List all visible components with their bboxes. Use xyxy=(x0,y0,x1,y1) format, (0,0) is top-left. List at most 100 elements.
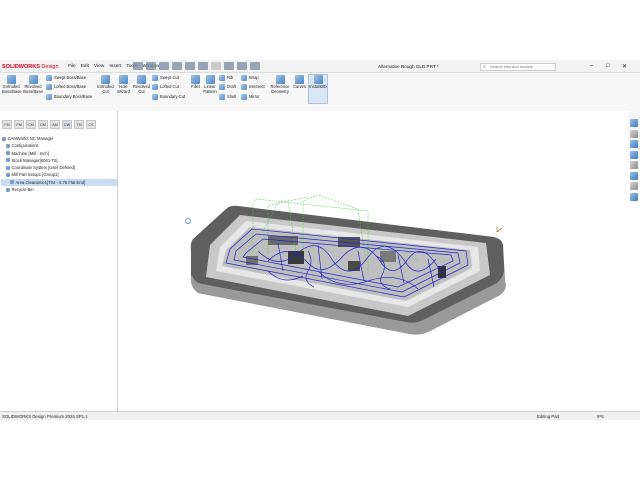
machine-icon xyxy=(6,151,10,156)
tree-node-coordinate-system[interactable]: Coordinate System [User Defined] xyxy=(1,164,117,171)
revolved-boss-label: Revolved Boss/Base xyxy=(23,84,43,94)
area-clearance-icon xyxy=(10,180,14,185)
rebuild-icon[interactable] xyxy=(224,62,234,70)
select-icon[interactable] xyxy=(211,62,221,70)
draft-icon xyxy=(219,84,225,90)
property-manager-tab[interactable]: PM xyxy=(14,120,24,129)
fillet-button[interactable]: Fillet xyxy=(189,75,202,90)
model-view[interactable] xyxy=(118,111,628,411)
appearances-icon[interactable] xyxy=(630,161,638,169)
logo-brand: SOLIDWORKS xyxy=(2,64,40,70)
lofted-cut-button[interactable]: Lofted Cut xyxy=(152,84,179,90)
extruded-cut-button[interactable]: Extruded Cut xyxy=(96,75,115,94)
instant3d-button[interactable]: Instant3D xyxy=(308,74,328,104)
options-gear-icon[interactable] xyxy=(250,62,260,70)
view-palette-icon[interactable] xyxy=(630,150,638,159)
rib-button[interactable]: Rib xyxy=(219,75,233,81)
tree-node-configurations[interactable]: Configurations xyxy=(1,142,117,149)
boundary-cut-button[interactable]: Boundary Cut xyxy=(152,94,185,100)
tree-node-label: Area Clearance1[T04 - 0.75 Flat End] xyxy=(15,179,86,185)
revolved-cut-button[interactable]: Revolved Cut xyxy=(132,75,151,94)
linear-pattern-label: Linear Pattern xyxy=(203,84,217,94)
wrap-button[interactable]: Wrap xyxy=(241,75,259,81)
extruded-boss-icon xyxy=(7,75,16,84)
tree-node-nc-manager[interactable]: CAMWorks NC Manager xyxy=(1,135,117,142)
reference-geometry-icon xyxy=(275,75,285,84)
swept-cut-button[interactable]: Swept Cut xyxy=(152,75,179,81)
mirror-button[interactable]: Mirror xyxy=(241,94,260,100)
camworks-feature-tree-tab[interactable]: CW xyxy=(62,120,72,129)
new-document-icon[interactable] xyxy=(146,62,156,70)
close-button[interactable]: ✕ xyxy=(622,63,627,70)
draft-label: Draft xyxy=(227,84,236,90)
home-icon[interactable] xyxy=(133,62,143,70)
configuration-manager-tab[interactable]: CM xyxy=(26,120,36,129)
intersect-button[interactable]: Intersect xyxy=(241,84,265,90)
tree-node-label: CAMWorks NC Manager xyxy=(7,136,54,141)
print-icon[interactable] xyxy=(185,62,195,70)
graphics-area[interactable] xyxy=(118,111,628,411)
tree-node-label: Configurations xyxy=(11,143,39,149)
lofted-boss-icon xyxy=(46,84,52,90)
draft-button[interactable]: Draft xyxy=(219,84,236,90)
hole-wizard-button[interactable]: Hole Wizard xyxy=(115,75,132,94)
product-version: SOLIDWORKS Design Premium 2026 SP1.1 xyxy=(2,414,88,419)
extruded-cut-label: Extruded Cut xyxy=(97,84,114,94)
search-box[interactable]: ⌕ xyxy=(480,62,556,71)
undo-icon[interactable] xyxy=(198,62,208,70)
menu-insert[interactable]: Insert xyxy=(109,64,121,69)
custom-properties-icon[interactable] xyxy=(630,171,638,180)
instant3d-label: Instant3D xyxy=(309,84,327,89)
solidworks-forum-icon[interactable] xyxy=(630,182,638,190)
revolved-cut-label: Revolved Cut xyxy=(132,84,151,94)
dimxpert-manager-tab[interactable]: DM xyxy=(38,120,48,129)
swept-cut-icon xyxy=(152,75,158,81)
menu-edit[interactable]: Edit xyxy=(81,64,89,69)
shell-button[interactable]: Shell xyxy=(219,94,236,100)
tree-node-mill-part-setup[interactable]: Mill Part Setup1 [Group1] xyxy=(1,171,117,178)
resources-icon[interactable] xyxy=(630,119,638,127)
camworks-operation-tree-tab[interactable]: TM xyxy=(74,120,84,129)
swept-boss-button[interactable]: Swept Boss/Base xyxy=(46,75,86,81)
mirror-label: Mirror xyxy=(249,94,260,100)
unit-system[interactable]: IPS xyxy=(597,414,604,419)
task-pane-strip xyxy=(629,118,639,243)
instant3d-icon xyxy=(313,75,323,84)
menu-view[interactable]: View xyxy=(94,64,104,69)
boundary-cut-icon xyxy=(152,94,158,100)
hole-wizard-label: Hole Wizard xyxy=(117,84,130,94)
appearance-manager-tab[interactable]: AM xyxy=(50,120,60,129)
swept-boss-label: Swept Boss/Base xyxy=(54,75,87,81)
swept-boss-icon xyxy=(46,75,52,81)
minimize-button[interactable]: – xyxy=(590,63,593,69)
open-icon[interactable] xyxy=(159,62,169,70)
wrap-icon xyxy=(241,75,247,81)
linear-pattern-icon xyxy=(205,75,215,84)
menu-file[interactable]: File xyxy=(68,64,76,69)
extruded-boss-button[interactable]: Extruded Boss/Base xyxy=(2,75,22,94)
camworks-icon[interactable] xyxy=(630,192,638,201)
linear-pattern-button[interactable]: Linear Pattern xyxy=(202,75,218,94)
save-icon[interactable] xyxy=(172,62,182,70)
maximize-button[interactable]: □ xyxy=(606,63,610,69)
design-library-icon[interactable] xyxy=(630,129,638,138)
tree-node-machine[interactable]: Machine [Mill - Inch] xyxy=(1,150,117,157)
curves-button[interactable]: Curves xyxy=(292,75,307,90)
tree-node-stock-manager[interactable]: Stock Manager[6061-T6] xyxy=(1,157,117,164)
tree-node-recycle-bin[interactable]: Recycle Bin xyxy=(1,186,117,193)
file-properties-icon[interactable] xyxy=(237,62,247,70)
file-explorer-icon[interactable] xyxy=(630,140,638,148)
stock-icon xyxy=(6,158,10,163)
reference-geometry-button[interactable]: Reference Geometry xyxy=(268,75,292,94)
machined-part[interactable] xyxy=(190,205,506,335)
camworks-tool-tree-tab[interactable]: CS xyxy=(86,120,96,129)
curves-icon xyxy=(295,75,304,84)
lofted-boss-button[interactable]: Lofted Boss/Base xyxy=(46,84,86,90)
search-input[interactable] xyxy=(490,63,554,70)
revolved-boss-button[interactable]: Revolved Boss/Base xyxy=(22,75,44,94)
feature-manager-tab[interactable]: FM xyxy=(2,120,12,129)
coordinate-system-icon xyxy=(6,165,10,170)
tree-node-area-clearance[interactable]: Area Clearance1[T04 - 0.75 Flat End] xyxy=(1,178,117,187)
boundary-boss-button[interactable]: Boundary Boss/Base xyxy=(46,94,92,100)
solidworks-logo[interactable]: SOLIDWORKS Design xyxy=(2,64,59,70)
